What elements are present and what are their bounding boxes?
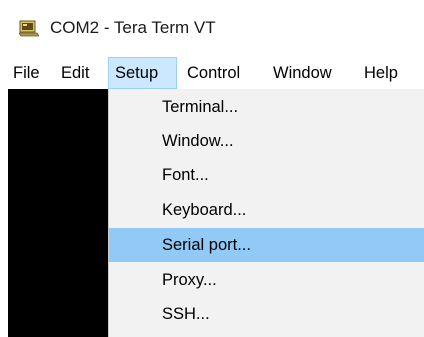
menu-control[interactable]: Control	[181, 57, 246, 89]
menu-help[interactable]: Help	[358, 57, 404, 89]
menu-item-keyboard[interactable]: Keyboard...	[109, 193, 424, 227]
menu-item-window[interactable]: Window...	[109, 124, 424, 158]
menu-window[interactable]: Window	[267, 57, 338, 89]
tera-term-icon	[18, 20, 40, 37]
menu-item-terminal[interactable]: Terminal...	[109, 90, 424, 124]
menu-bar: File Edit Setup Control Window Help	[0, 57, 424, 89]
menu-setup[interactable]: Setup	[108, 57, 177, 89]
title-bar[interactable]: COM2 - Tera Term VT	[0, 0, 424, 56]
menu-item-proxy[interactable]: Proxy...	[109, 263, 424, 297]
menu-file[interactable]: File	[7, 57, 46, 89]
menu-item-ssh[interactable]: SSH...	[109, 297, 424, 331]
menu-edit[interactable]: Edit	[55, 57, 95, 89]
window-title: COM2 - Tera Term VT	[50, 18, 216, 37]
menu-item-serial-port[interactable]: Serial port...	[109, 228, 424, 262]
terminal-area[interactable]	[8, 89, 108, 337]
setup-dropdown-menu: Terminal... Window... Font... Keyboard..…	[108, 89, 424, 337]
menu-item-font[interactable]: Font...	[109, 158, 424, 192]
